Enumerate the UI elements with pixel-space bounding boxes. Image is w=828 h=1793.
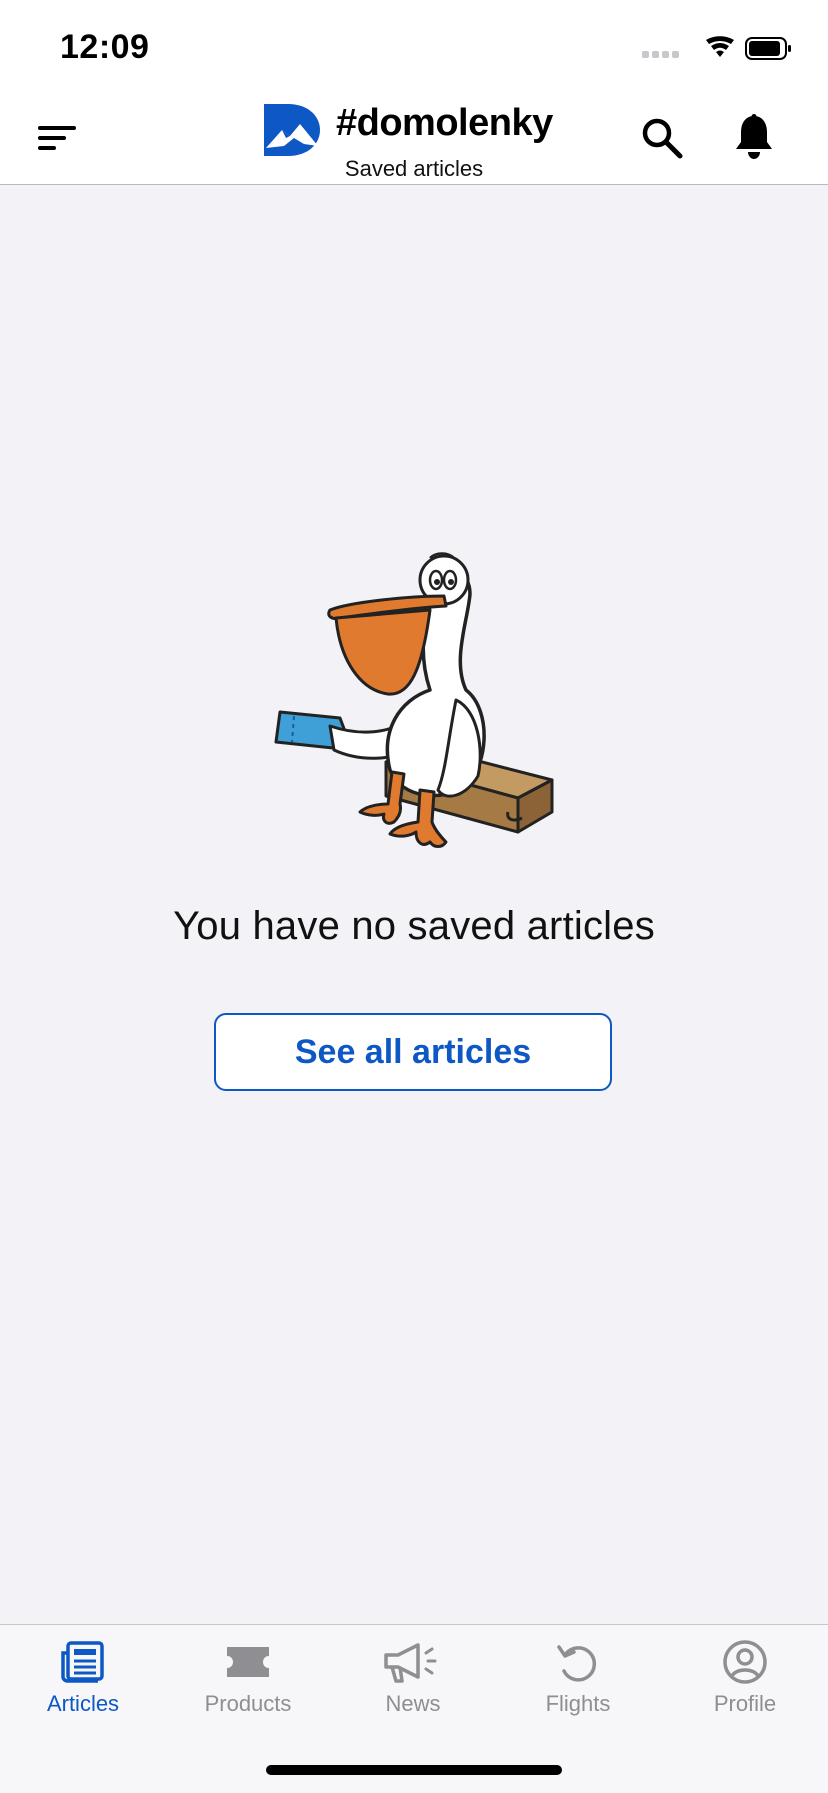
tab-articles[interactable]: Articles (0, 1639, 166, 1739)
battery-icon (745, 37, 791, 60)
tab-label: Profile (713, 1691, 777, 1716)
megaphone-icon (384, 1643, 437, 1683)
tab-profile[interactable]: Profile (662, 1639, 828, 1739)
see-all-articles-button[interactable]: See all articles (214, 1013, 612, 1091)
menu-icon[interactable] (38, 124, 78, 152)
search-icon[interactable] (640, 116, 684, 160)
tab-label: Flights (545, 1691, 611, 1716)
tab-products[interactable]: Products (165, 1639, 331, 1739)
tab-label: Products (204, 1691, 292, 1716)
home-indicator (266, 1765, 562, 1775)
wifi-icon (706, 36, 734, 57)
brand: #domolenky Saved articles (264, 98, 564, 184)
status-time: 12:09 (60, 28, 150, 66)
ticket-icon (227, 1647, 269, 1677)
tab-label: Articles (46, 1691, 120, 1716)
tab-flights[interactable]: Flights (495, 1639, 661, 1739)
bell-icon[interactable] (734, 114, 774, 160)
brand-title: #domolenky (336, 102, 553, 144)
empty-state-message: You have no saved articles (173, 904, 655, 948)
app-header: #domolenky Saved articles (0, 92, 828, 185)
tab-label: News (385, 1691, 441, 1716)
tab-news[interactable]: News (330, 1639, 496, 1739)
profile-icon (723, 1640, 767, 1684)
page-subtitle: Saved articles (344, 156, 484, 181)
history-icon (557, 1645, 597, 1682)
articles-icon (61, 1641, 104, 1683)
signal-icon (642, 51, 679, 58)
domolenky-logo (264, 104, 320, 156)
status-icons (642, 36, 792, 64)
pelican-illustration (274, 552, 554, 848)
status-bar: 12:09 (0, 0, 828, 92)
